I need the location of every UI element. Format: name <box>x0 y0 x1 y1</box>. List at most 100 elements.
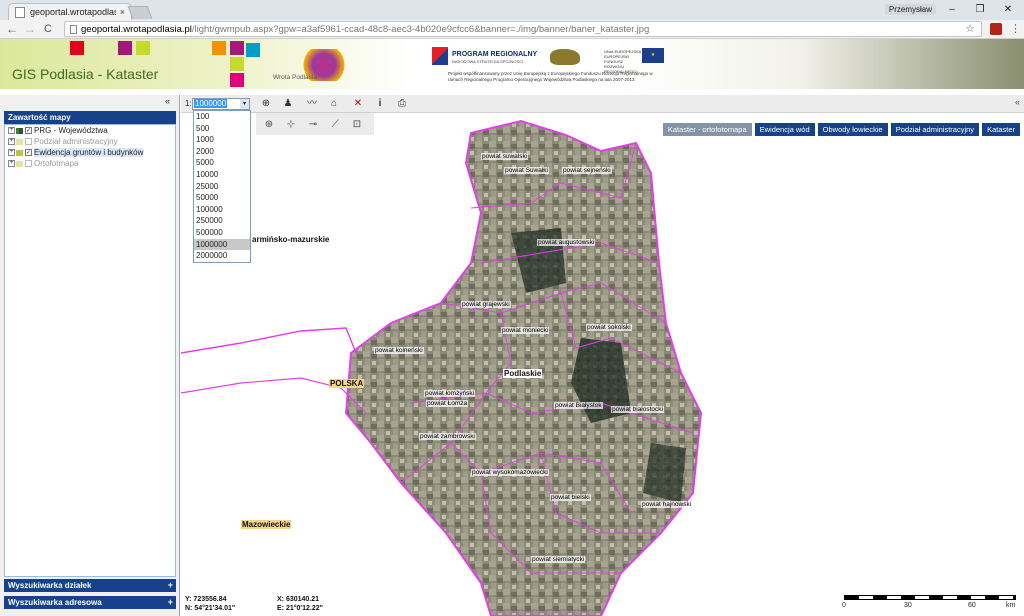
district-label: powiat kolneński <box>374 347 424 354</box>
browser-tab-bar: geoportal.wrotapodlasia × Przemysław – ❐… <box>0 0 1024 20</box>
scale-bar-graphic <box>844 595 1016 600</box>
edit-line-icon[interactable]: ⟋ <box>328 118 342 132</box>
globe-icon[interactable]: ⊛ <box>262 118 276 132</box>
profile-button[interactable]: Przemysław <box>884 4 936 15</box>
scale-option[interactable]: 10000 <box>194 169 250 181</box>
profile-tool-icon[interactable]: 〰 <box>305 97 319 111</box>
scale-option[interactable]: 100000 <box>194 204 250 216</box>
expand-plus-icon[interactable]: + <box>168 579 173 592</box>
district-label: powiat bielski <box>550 494 591 501</box>
expand-plus-icon[interactable]: + <box>168 596 173 609</box>
expand-icon[interactable]: + <box>8 160 15 167</box>
expand-icon[interactable]: + <box>8 127 15 134</box>
printer-icon[interactable]: ⎙ <box>395 97 409 111</box>
tab-kataster-ortofotomapa[interactable]: Kataster - ortofotomapa <box>662 123 752 136</box>
reload-icon[interactable]: C <box>44 21 52 38</box>
info-icon[interactable]: i <box>373 97 387 111</box>
scale-label-0: 0 <box>842 602 846 609</box>
region-label-warminsko: armińsko-mazurskie <box>252 235 330 244</box>
program-star-icon <box>432 47 448 65</box>
district-label: powiat sokólski <box>586 324 632 331</box>
scale-option[interactable]: 500000 <box>194 227 250 239</box>
scale-option[interactable]: 500 <box>194 123 250 135</box>
scale-option[interactable]: 2000 <box>194 146 250 158</box>
back-icon[interactable]: ← <box>6 21 18 38</box>
tree-item-prg[interactable]: + ✓ PRG - Województwa <box>5 125 175 136</box>
district-label: powiat Białystok <box>554 402 603 409</box>
layer-checkbox[interactable]: ✓ <box>25 127 32 134</box>
site-banner: GIS Podlasia - Kataster Wrota Podlasia P… <box>0 39 1024 89</box>
zoom-tool-icon[interactable]: ⊕ <box>259 97 273 111</box>
coord-y: Y: 723556.84 <box>185 596 227 603</box>
tree-item-ewidencja[interactable]: + ✓ Ewidencja gruntów i budynków <box>5 147 175 158</box>
tab-kataster[interactable]: Kataster <box>982 123 1020 136</box>
browser-menu-icon[interactable]: ⋮ <box>1010 22 1021 35</box>
url-input[interactable]: geoportal.wrotapodlasia.pl/light/gwmpub.… <box>64 21 982 37</box>
scale-unit: km <box>1006 602 1016 609</box>
tree-item-podzial[interactable]: + Podział administracyjny <box>5 136 175 147</box>
map-contents-title: Zawartość mapy <box>8 113 71 122</box>
collapse-right-icon[interactable]: « <box>1015 97 1020 107</box>
forward-icon[interactable]: → <box>24 21 36 38</box>
left-panel: « Zawartość mapy + ✓ PRG - Województwa +… <box>0 95 180 616</box>
layer-style-icon <box>16 127 23 134</box>
scale-dropdown-list: 100 500 1000 2000 5000 10000 25000 50000 100000 2… <box>193 110 251 263</box>
select-area-icon[interactable]: ⊡ <box>350 118 364 132</box>
page-icon <box>15 6 25 18</box>
layer-checkbox[interactable] <box>25 160 32 167</box>
tree-item-ortofotmapa[interactable]: + Ortofotmapa <box>5 158 175 169</box>
browser-tab[interactable]: geoportal.wrotapodlasia × <box>8 3 132 20</box>
tree-label: Ewidencja gruntów i budynków <box>34 148 144 157</box>
parcel-search-header[interactable]: Wyszukiwarka działek + <box>4 579 176 592</box>
tab-obwody-lowieckie[interactable]: Obwody łowieckie <box>817 123 888 136</box>
url-host: geoportal.wrotapodlasia.pl <box>81 23 192 35</box>
expand-icon[interactable]: + <box>8 149 15 156</box>
district-label: powiat hajnowski <box>641 501 693 508</box>
scale-option[interactable]: 2000000 <box>194 250 250 262</box>
scale-option[interactable]: 1000 <box>194 134 250 146</box>
app-title: GIS Podlasia - Kataster <box>12 66 159 82</box>
country-boundary <box>181 327 357 354</box>
clear-icon[interactable]: ✕ <box>351 97 365 111</box>
scale-option[interactable]: 25000 <box>194 181 250 193</box>
parcel-search-title: Wyszukiwarka działek <box>8 581 92 590</box>
district-label: powiat siemiatycki <box>531 556 586 563</box>
print-preview-icon[interactable]: ⌂ <box>327 97 341 111</box>
close-window-icon[interactable]: ✕ <box>994 2 1022 18</box>
add-point-icon[interactable]: ⊹ <box>284 118 298 132</box>
scale-option[interactable]: 1000000 <box>194 238 250 251</box>
scale-option[interactable]: 50000 <box>194 192 250 204</box>
map-toolbar: 1: 1000000 ▾ ⊕ ♟ 〰 ⌂ ✕ i ⎙ « <box>181 95 1024 113</box>
tab-ewidencja-wod[interactable]: Ewidencja wód <box>754 123 815 136</box>
extension-icon[interactable] <box>990 23 1002 35</box>
user-tool-icon[interactable]: ♟ <box>281 97 295 111</box>
expand-icon[interactable]: + <box>8 138 15 145</box>
map-canvas[interactable] <box>181 113 1024 616</box>
address-search-header[interactable]: Wyszukiwarka adresowa + <box>4 596 176 609</box>
page-info-icon[interactable] <box>70 24 77 34</box>
chevron-down-icon[interactable]: ▾ <box>240 99 249 109</box>
tab-close-icon[interactable]: × <box>120 7 125 17</box>
new-tab-button[interactable] <box>127 6 153 19</box>
remove-point-icon[interactable]: ⊸ <box>306 118 320 132</box>
scale-option[interactable]: 5000 <box>194 157 250 169</box>
layer-checkbox[interactable]: ✓ <box>25 149 32 156</box>
scale-option[interactable]: 100 <box>194 111 250 123</box>
coord-e: E: 21°0'12.22" <box>277 605 323 612</box>
tree-label: PRG - Województwa <box>34 126 108 135</box>
map-area[interactable]: armińsko-mazurskie POLSKA Mazowieckie Po… <box>181 95 1024 616</box>
minimize-icon[interactable]: – <box>938 2 966 18</box>
scale-bar: 0 30 60 km <box>842 592 1020 614</box>
scale-option[interactable]: 250000 <box>194 215 250 227</box>
scale-select[interactable]: 1000000 ▾ <box>192 98 250 110</box>
bookmark-star-icon[interactable]: ☆ <box>965 22 975 35</box>
district-label: powiat augustowski <box>537 239 596 246</box>
map-contents-header[interactable]: Zawartość mapy <box>4 111 176 124</box>
tab-podzial-administracyjny[interactable]: Podział administracyjny <box>890 123 980 136</box>
tab-title: geoportal.wrotapodlasia <box>30 7 116 17</box>
collapse-left-panel-icon[interactable]: « <box>165 96 170 106</box>
layer-checkbox[interactable] <box>25 138 32 145</box>
region-label-polska: POLSKA <box>329 379 365 388</box>
decor-square <box>136 41 150 55</box>
restore-icon[interactable]: ❐ <box>966 2 994 18</box>
